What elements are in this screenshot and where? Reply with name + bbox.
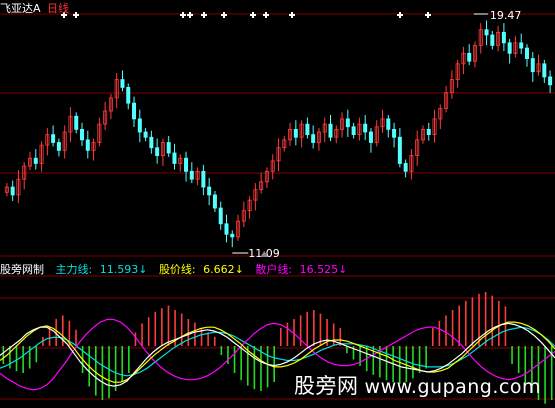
candle-body	[403, 163, 408, 172]
watermark-cn: 股旁网	[294, 374, 359, 398]
retail-label: 散户线:	[255, 263, 293, 276]
candle-body	[120, 79, 125, 88]
indicator-title: 股旁网制	[0, 263, 44, 276]
candle-body	[519, 42, 524, 49]
period-label[interactable]: 日线	[47, 2, 69, 15]
candle-body	[56, 142, 61, 151]
candle-body	[490, 34, 495, 46]
candle-body	[143, 131, 148, 138]
candle-body	[85, 139, 90, 151]
price-header: 飞亚达A 日线	[0, 0, 69, 16]
candle-body	[484, 29, 489, 36]
candle-body	[126, 87, 131, 104]
high-price-label: 19.47	[490, 9, 521, 22]
candle-body	[507, 42, 512, 54]
candle-body	[368, 131, 373, 143]
retail-arrow: ↓	[338, 263, 348, 276]
candle-body	[149, 136, 154, 149]
candle-body	[172, 152, 177, 164]
indicator-header: 股旁网制 主力线: 11.593↓ 股价线: 6.662↓ 散户线: 16.52…	[0, 261, 347, 277]
candle-body	[189, 170, 194, 180]
main-force-label: 主力线:	[55, 263, 93, 276]
candle-body	[184, 157, 189, 172]
candle-body	[386, 118, 391, 130]
signal-cross-icon	[180, 12, 186, 18]
signal-cross-icon	[187, 12, 193, 18]
candle-body	[137, 118, 142, 133]
candle-body	[311, 134, 316, 143]
candle-body	[345, 118, 350, 128]
price-candlestick-chart: 19.4711.09	[0, 9, 555, 258]
candle-body	[293, 128, 298, 138]
candle-body	[224, 223, 229, 235]
signal-cross-icon	[221, 12, 227, 18]
candle-body	[426, 128, 431, 136]
stock-price-label: 股价线:	[158, 263, 196, 276]
candle-body	[501, 31, 506, 44]
candle-body	[201, 170, 206, 188]
watermark: 股旁网 www.gupang.com	[294, 370, 541, 400]
candle-body	[207, 186, 212, 196]
candle-body	[10, 186, 15, 196]
main-force-value: 11.593	[99, 263, 139, 276]
candle-body	[155, 147, 160, 157]
candle-body	[132, 102, 137, 120]
candle-body	[542, 63, 547, 78]
candle-body	[230, 233, 235, 238]
indicator-chart-pane[interactable]: 股旁网制 主力线: 11.593↓ 股价线: 6.662↓ 散户线: 16.52…	[0, 258, 555, 408]
stock-price-arrow: ↓	[234, 263, 244, 276]
candle-body	[548, 76, 553, 86]
signal-cross-icon	[73, 12, 79, 18]
candle-body	[51, 134, 56, 143]
signal-cross-icon	[425, 12, 431, 18]
signal-cross-icon	[263, 12, 269, 18]
candle-body	[74, 115, 79, 130]
candle-body	[467, 52, 472, 62]
candle-body	[33, 157, 38, 164]
candle-body	[392, 128, 397, 138]
main-force-arrow: ↓	[138, 263, 148, 276]
candle-body	[397, 136, 402, 164]
candle-body	[166, 142, 171, 154]
candle-body	[305, 123, 310, 136]
signal-cross-icon	[250, 12, 256, 18]
candle-body	[80, 128, 85, 141]
candle-body	[351, 126, 356, 136]
watermark-url: www.gupang.com	[364, 376, 541, 398]
candle-body	[328, 123, 333, 138]
candle-body	[524, 47, 529, 59]
signal-cross-icon	[201, 12, 207, 18]
candle-body	[363, 123, 368, 133]
retail-value: 16.525	[299, 263, 339, 276]
candle-body	[212, 194, 217, 209]
candle-body	[218, 207, 223, 225]
price-chart-pane[interactable]: 19.4711.09 飞亚达A 日线	[0, 0, 555, 258]
signal-cross-icon	[397, 12, 403, 18]
signal-cross-icon	[289, 12, 295, 18]
candle-body	[530, 58, 535, 73]
stock-name-label: 飞亚达A	[0, 2, 41, 15]
stock-price-value: 6.662	[203, 263, 235, 276]
